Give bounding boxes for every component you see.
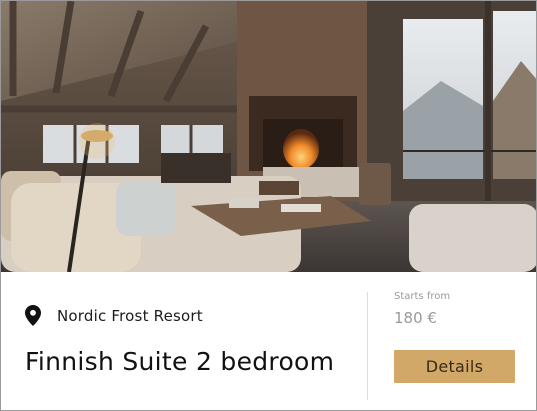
details-button[interactable]: Details bbox=[394, 350, 515, 383]
listing-card[interactable]: Nordic Frost Resort Finnish Suite 2 bedr… bbox=[0, 0, 537, 411]
price-caption: Starts from bbox=[394, 291, 451, 302]
location-pin-icon bbox=[25, 305, 41, 326]
divider bbox=[367, 292, 368, 400]
listing-photo[interactable] bbox=[1, 1, 536, 272]
listing-info: Nordic Frost Resort Finnish Suite 2 bedr… bbox=[1, 272, 536, 410]
listing-title: Finnish Suite 2 bedroom bbox=[25, 347, 335, 376]
price-value: 180 € bbox=[394, 309, 437, 327]
location-row: Nordic Frost Resort bbox=[25, 305, 203, 326]
location-name: Nordic Frost Resort bbox=[57, 306, 203, 325]
